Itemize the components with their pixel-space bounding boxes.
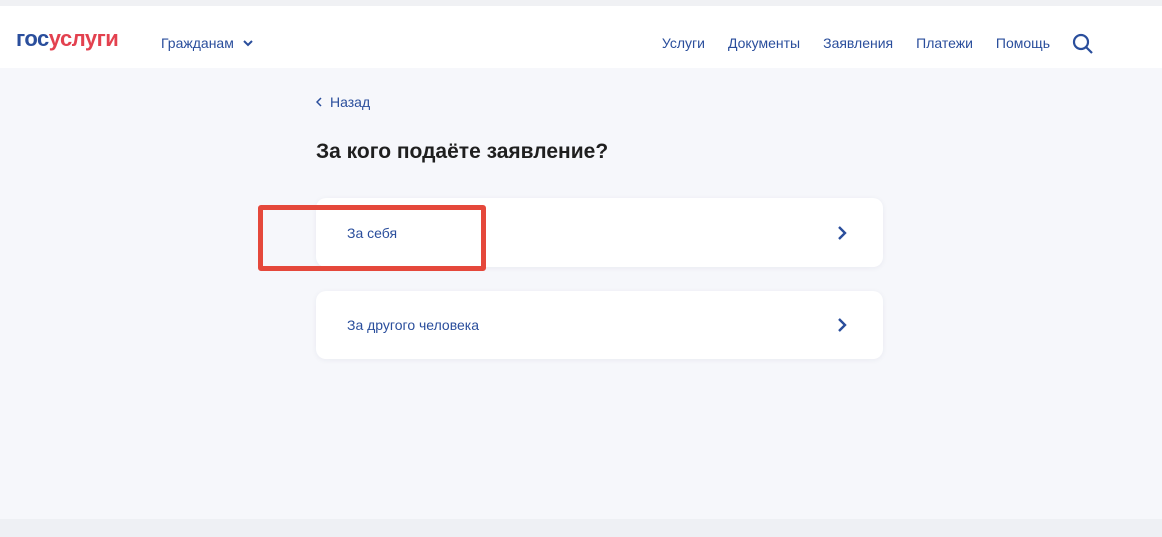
- search-icon[interactable]: [1072, 33, 1094, 55]
- nav-applications[interactable]: Заявления: [823, 35, 893, 51]
- option-other-person[interactable]: За другого человека: [316, 291, 883, 359]
- top-nav: Услуги Документы Заявления Платежи Помощ…: [662, 35, 1050, 51]
- option-label: За другого человека: [347, 317, 480, 333]
- chevron-left-icon: [316, 97, 322, 107]
- header: госуслуги Гражданам Услуги Документы Зая…: [0, 0, 1162, 68]
- nav-services[interactable]: Услуги: [662, 35, 705, 51]
- nav-documents[interactable]: Документы: [728, 35, 800, 51]
- audience-label: Гражданам: [161, 35, 234, 51]
- back-label: Назад: [330, 94, 371, 110]
- page-title: За кого подаёте заявление?: [316, 140, 609, 163]
- chevron-right-icon: [838, 226, 847, 240]
- footer: [0, 519, 1162, 537]
- logo-part2: услуги: [48, 26, 119, 51]
- highlight-annotation-box: [258, 205, 486, 271]
- nav-payments[interactable]: Платежи: [916, 35, 973, 51]
- audience-dropdown[interactable]: Гражданам: [161, 35, 254, 51]
- gosuslugi-logo[interactable]: госуслуги: [16, 26, 119, 52]
- chevron-right-icon: [838, 318, 847, 332]
- chevron-down-icon: [243, 40, 253, 47]
- logo-part1: гос: [16, 26, 49, 51]
- back-link[interactable]: Назад: [316, 94, 370, 110]
- nav-help[interactable]: Помощь: [996, 35, 1050, 51]
